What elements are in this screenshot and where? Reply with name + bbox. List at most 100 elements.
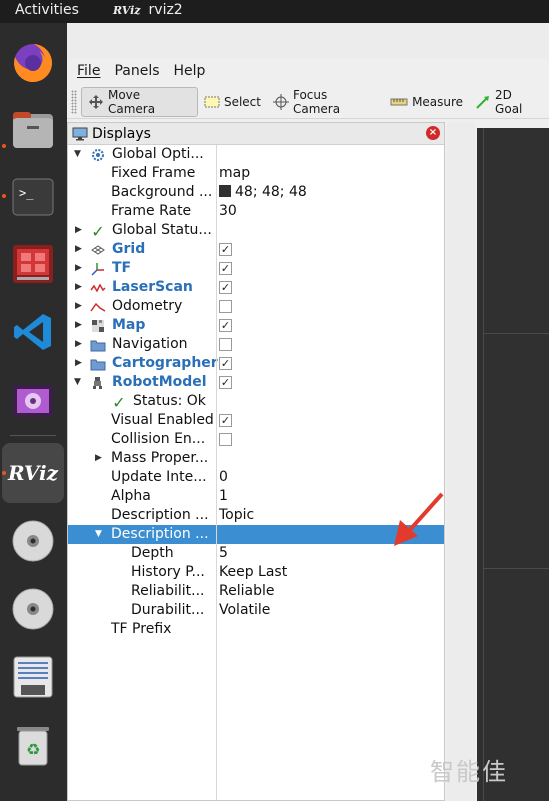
tree-row-mass-properties[interactable]: ▶ Mass Proper... bbox=[68, 449, 444, 468]
dock: >_ RViz ♻ bbox=[0, 23, 67, 801]
terminal-icon[interactable]: >_ bbox=[7, 171, 59, 223]
tree-row-tf-prefix[interactable]: TF Prefix bbox=[68, 620, 444, 639]
tree-value[interactable]: Volatile bbox=[219, 602, 270, 618]
collapsed-arrow-icon[interactable]: ▶ bbox=[75, 259, 85, 278]
close-icon[interactable]: × bbox=[426, 126, 440, 140]
tree-row-grid[interactable]: ▶ Grid ✓ bbox=[68, 240, 444, 259]
enable-checkbox[interactable]: ✓ bbox=[219, 357, 232, 370]
expanded-arrow-icon[interactable]: ▼ bbox=[74, 145, 84, 164]
tree-row-map[interactable]: ▶ Map ✓ bbox=[68, 316, 444, 335]
tree-value[interactable]: 5 bbox=[219, 545, 228, 561]
displays-panel-header[interactable]: Displays × bbox=[68, 123, 444, 145]
tree-label: TF Prefix bbox=[111, 621, 172, 637]
trash-icon[interactable]: ♻ bbox=[7, 719, 59, 771]
rviz-icon[interactable]: RViz bbox=[2, 443, 64, 503]
collapsed-arrow-icon[interactable]: ▶ bbox=[75, 335, 85, 354]
render-view[interactable] bbox=[477, 128, 549, 801]
panel-splitter[interactable] bbox=[447, 122, 475, 801]
expanded-arrow-icon[interactable]: ▼ bbox=[74, 373, 84, 392]
tree-row-fixed-frame[interactable]: Fixed Frame map bbox=[68, 164, 444, 183]
collapsed-arrow-icon[interactable]: ▶ bbox=[75, 316, 85, 335]
expanded-arrow-icon[interactable]: ▼ bbox=[95, 525, 105, 544]
app-menu[interactable]: RViz rviz2 bbox=[113, 2, 183, 18]
tree-row-robotmodel[interactable]: ▼ RobotModel ✓ bbox=[68, 373, 444, 392]
tree-label: Grid bbox=[112, 241, 146, 257]
tree-row-status[interactable]: ✓ Status: Ok bbox=[68, 392, 444, 412]
collapsed-arrow-icon[interactable]: ▶ bbox=[75, 240, 85, 259]
tree-value[interactable]: Reliable bbox=[219, 583, 274, 599]
tree-label: Visual Enabled bbox=[111, 412, 214, 428]
color-swatch bbox=[219, 185, 231, 197]
tree-label: Global Opti... bbox=[112, 146, 204, 162]
vscode-icon[interactable] bbox=[7, 306, 59, 358]
menu-panels[interactable]: Panels bbox=[114, 63, 159, 79]
enable-checkbox[interactable]: ✓ bbox=[219, 376, 232, 389]
enable-checkbox[interactable] bbox=[219, 338, 232, 351]
tree-row-visual-enabled[interactable]: Visual Enabled ✓ bbox=[68, 411, 444, 430]
menu-bar: File Panels Help bbox=[67, 59, 549, 83]
collapsed-arrow-icon[interactable]: ▶ bbox=[95, 449, 105, 468]
tree-row-global-status[interactable]: ▶ ✓ Global Statu... bbox=[68, 221, 444, 241]
tree-row-collision-enabled[interactable]: Collision En... bbox=[68, 430, 444, 449]
tree-label: Fixed Frame bbox=[111, 165, 196, 181]
menu-file[interactable]: File bbox=[77, 63, 100, 79]
enable-checkbox[interactable]: ✓ bbox=[219, 414, 232, 427]
watermark-text: 智能佳 bbox=[430, 758, 508, 786]
tree-row-cartographer[interactable]: ▶ Cartographer ✓ bbox=[68, 354, 444, 373]
firefox-icon[interactable] bbox=[7, 37, 59, 89]
2d-goal-tool[interactable]: 2D Goal bbox=[469, 87, 549, 117]
select-tool[interactable]: Select bbox=[198, 87, 267, 117]
tree-value[interactable]: 0 bbox=[219, 469, 228, 485]
tree-value[interactable]: Keep Last bbox=[219, 564, 287, 580]
displays-tree: ▼ Global Opti... Fixed Frame map Backgro… bbox=[68, 145, 444, 800]
running-indicator bbox=[2, 471, 6, 475]
text-editor-icon[interactable] bbox=[7, 651, 59, 703]
activities-button[interactable]: Activities bbox=[15, 2, 79, 18]
check-icon: ✓ bbox=[112, 392, 126, 412]
menu-help[interactable]: Help bbox=[174, 63, 206, 79]
tree-value[interactable]: 30 bbox=[219, 203, 237, 219]
toolbar-grip[interactable] bbox=[71, 89, 77, 114]
column-divider[interactable] bbox=[216, 145, 217, 800]
move-camera-tool[interactable]: Move Camera bbox=[81, 86, 198, 117]
enable-checkbox[interactable]: ✓ bbox=[219, 281, 232, 294]
top-bar: Activities RViz rviz2 bbox=[0, 0, 549, 23]
tree-row-durability[interactable]: Durabilit... Volatile bbox=[68, 601, 444, 620]
tree-value[interactable]: map bbox=[219, 165, 250, 181]
disc-icon[interactable] bbox=[7, 515, 59, 567]
tree-row-update-interval[interactable]: Update Inte... 0 bbox=[68, 468, 444, 487]
tree-row-background[interactable]: Background ... 48; 48; 48 bbox=[68, 183, 444, 202]
tree-row-history-policy[interactable]: History P... Keep Last bbox=[68, 563, 444, 582]
measure-tool[interactable]: Measure bbox=[384, 87, 469, 117]
enable-checkbox[interactable]: ✓ bbox=[219, 319, 232, 332]
files-icon[interactable] bbox=[7, 104, 59, 156]
collapsed-arrow-icon[interactable]: ▶ bbox=[75, 354, 85, 373]
robot-icon bbox=[90, 375, 106, 391]
collapsed-arrow-icon[interactable]: ▶ bbox=[75, 221, 85, 240]
disc-icon[interactable] bbox=[7, 583, 59, 635]
tree-row-navigation[interactable]: ▶ Navigation bbox=[68, 335, 444, 354]
tree-row-laserscan[interactable]: ▶ LaserScan ✓ bbox=[68, 278, 444, 297]
tree-row-odometry[interactable]: ▶ Odometry bbox=[68, 297, 444, 316]
enable-checkbox[interactable]: ✓ bbox=[219, 262, 232, 275]
tree-label: Collision En... bbox=[111, 431, 206, 447]
video-icon[interactable] bbox=[7, 375, 59, 427]
tree-value[interactable]: 1 bbox=[219, 488, 228, 504]
collapsed-arrow-icon[interactable]: ▶ bbox=[75, 278, 85, 297]
collapsed-arrow-icon[interactable]: ▶ bbox=[75, 297, 85, 316]
tree-row-frame-rate[interactable]: Frame Rate 30 bbox=[68, 202, 444, 221]
tree-row-tf[interactable]: ▶ TF ✓ bbox=[68, 259, 444, 278]
screenshot-icon[interactable] bbox=[7, 238, 59, 290]
enable-checkbox[interactable]: ✓ bbox=[219, 243, 232, 256]
tree-row-global-options[interactable]: ▼ Global Opti... bbox=[68, 145, 444, 164]
tree-value[interactable]: Topic bbox=[219, 507, 254, 523]
window-titlebar[interactable] bbox=[67, 23, 549, 59]
enable-checkbox[interactable] bbox=[219, 433, 232, 446]
focus-camera-tool[interactable]: Focus Camera bbox=[267, 87, 384, 117]
tree-value-color[interactable]: 48; 48; 48 bbox=[219, 184, 307, 200]
app-name: rviz2 bbox=[148, 2, 183, 18]
enable-checkbox[interactable] bbox=[219, 300, 232, 313]
monitor-icon bbox=[72, 127, 88, 140]
tree-label: Description ... bbox=[111, 507, 209, 523]
tree-row-reliability[interactable]: Reliabilit... Reliable bbox=[68, 582, 444, 601]
